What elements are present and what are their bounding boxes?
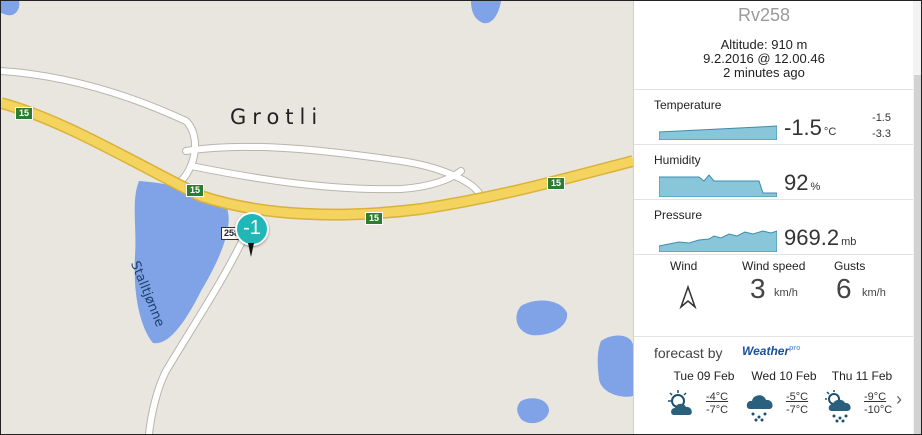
humidity-value: 92% — [784, 170, 820, 196]
snow-cloud-icon — [746, 395, 773, 422]
pressure-section[interactable]: Pressure 969.2 mb — [634, 199, 913, 255]
app-frame: 15 15 15 15 258 Grotli Stalltjønne -1 Rv… — [0, 0, 922, 435]
temperature-max: -1.5 — [872, 112, 891, 124]
pressure-sparkline — [659, 230, 777, 252]
forecast-day[interactable]: Tue 09 Feb -4°C -7°C — [664, 369, 744, 416]
station-panel: Rv258 Altitude: 910 m 9.2.2016 @ 12.00.4… — [633, 1, 921, 434]
forecast-high: -5°C — [786, 391, 809, 403]
temperature-value: -1.5 °C — [784, 115, 836, 141]
scrollbar-thumb[interactable] — [914, 75, 921, 434]
temperature-section[interactable]: Temperature -1.5 °C -1.5 -3.3 — [634, 89, 913, 145]
station-age: 2 minutes ago — [723, 65, 805, 80]
forecast-low: -7°C — [706, 404, 729, 416]
chevron-right-icon[interactable]: › — [896, 389, 902, 410]
sun-snow-cloud-icon — [825, 390, 851, 423]
wind-speed-label: Wind speed — [742, 259, 806, 273]
partly-cloudy-icon — [668, 390, 692, 415]
wind-speed-value: 3 — [750, 273, 766, 304]
provider-name: Weather — [742, 344, 790, 358]
place-label: Grotli — [230, 105, 324, 129]
temperature-number: -1.5 — [784, 115, 822, 140]
forecast-temps: -5°C -7°C — [786, 391, 808, 417]
provider-suffix: pro — [789, 345, 801, 352]
forecast-label: forecast by — [654, 345, 723, 361]
gusts-value: 6 — [836, 273, 852, 304]
wind-speed-unit: km/h — [774, 287, 798, 299]
station-altitude: Altitude: 910 m — [720, 37, 808, 52]
pressure-unit: mb — [841, 236, 857, 248]
wind-label: Wind — [670, 259, 698, 273]
pressure-number: 969.2 — [784, 225, 840, 250]
forecast-temps: -9°C -10°C — [864, 391, 892, 417]
panel-scrollbar[interactable] — [913, 1, 921, 434]
forecast-low: -10°C — [864, 404, 893, 416]
wind-arrow-icon — [679, 285, 697, 309]
humidity-sparkline — [659, 174, 777, 197]
road-shield-15: 15 — [547, 177, 566, 190]
marker-pin-icon — [248, 243, 254, 257]
temperature-sparkline — [659, 125, 777, 140]
wind-section[interactable]: Wind Wind speed Gusts 3 km/h 6 km/h — [634, 254, 913, 337]
forecast-day-name: Tue 09 Feb — [673, 369, 735, 383]
weatherpro-logo[interactable]: Weatherpro — [742, 344, 800, 358]
humidity-label: Humidity — [654, 153, 701, 167]
gusts-unit: km/h — [862, 287, 886, 299]
pressure-label: Pressure — [654, 208, 703, 222]
gusts-label: Gusts — [834, 259, 866, 273]
map-view[interactable]: 15 15 15 15 258 Grotli Stalltjønne -1 — [1, 1, 633, 434]
temperature-min: -3.3 — [872, 128, 891, 140]
temperature-minmax: -1.5 -3.3 — [872, 110, 891, 142]
forecast-high: -4°C — [706, 391, 729, 403]
pressure-value: 969.2 mb — [784, 225, 856, 251]
forecast-day[interactable]: Thu 11 Feb -9°C -10°C — [822, 369, 902, 423]
road-shield-15: 15 — [186, 184, 205, 197]
road-shield-15: 15 — [15, 107, 34, 120]
station-name: Rv258 — [737, 5, 791, 25]
road-shield-15: 15 — [365, 212, 384, 225]
forecast-day[interactable]: Wed 10 Feb -5°C -7°C — [744, 369, 824, 422]
station-timestamp: 9.2.2016 @ 12.00.46 — [703, 51, 825, 66]
forecast-high: -9°C — [864, 391, 887, 403]
humidity-unit: % — [810, 181, 821, 193]
humidity-section[interactable]: Humidity 92% — [634, 144, 913, 200]
station-marker[interactable]: -1 — [235, 212, 269, 246]
forecast-day-name: Wed 10 Feb — [751, 369, 817, 383]
forecast-temps: -4°C -7°C — [706, 391, 728, 417]
temperature-unit: °C — [823, 126, 837, 138]
temperature-label: Temperature — [654, 98, 722, 112]
forecast-low: -7°C — [786, 404, 809, 416]
map-canvas[interactable] — [1, 1, 633, 434]
humidity-number: 92 — [784, 170, 809, 195]
forecast-day-name: Thu 11 Feb — [831, 369, 893, 383]
